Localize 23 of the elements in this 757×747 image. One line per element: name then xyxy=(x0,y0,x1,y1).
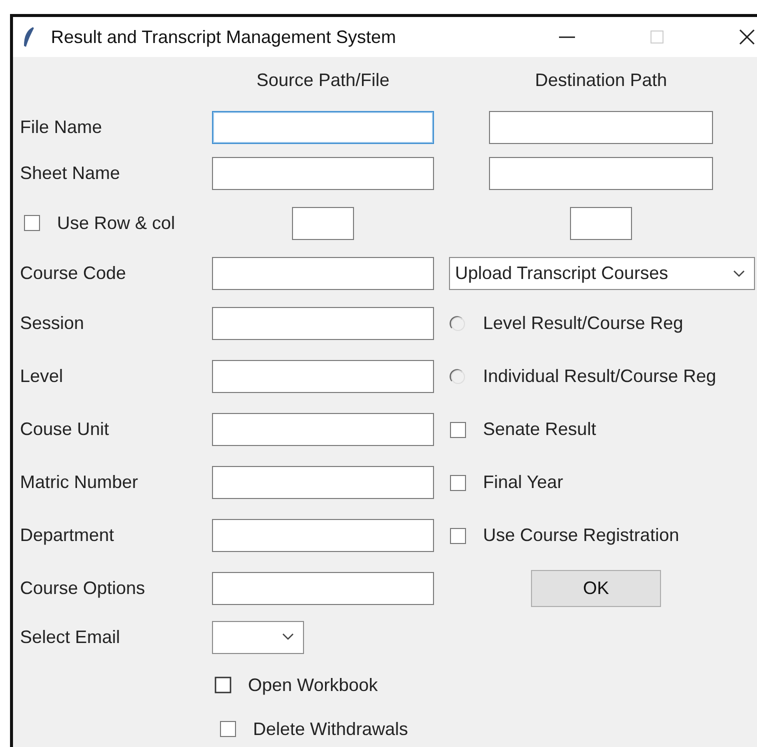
ok-button[interactable]: OK xyxy=(531,570,661,607)
field-label: Course Code xyxy=(20,263,126,284)
column-header: Destination Path xyxy=(534,70,668,91)
checkbox-label: Delete Withdrawals xyxy=(253,718,408,740)
checkbox-label: Final Year xyxy=(483,472,564,493)
window-title: Result and Transcript Management System xyxy=(50,26,398,48)
field-label: Sheet Name xyxy=(20,162,120,184)
checkbox-label: Senate Result xyxy=(483,419,596,440)
field-label: File Name xyxy=(20,116,102,138)
dropdown[interactable]: Upload Transcript Courses xyxy=(449,257,755,290)
field-label: Select Email xyxy=(20,626,120,648)
field-label: Session xyxy=(20,313,84,334)
checkbox-label: Use Course Registration xyxy=(483,525,680,546)
radio-label: Level Result/Course Reg xyxy=(483,313,684,334)
field-label: Department xyxy=(20,525,114,546)
field-label: Couse Unit xyxy=(20,419,110,440)
checkbox-label: Open Workbook xyxy=(248,674,378,696)
field-label: Course Options xyxy=(20,578,146,599)
column-header: Source Path/File xyxy=(256,70,390,91)
checkbox-label: Use Row & col xyxy=(57,212,176,234)
radio-label: Individual Result/Course Reg xyxy=(483,366,716,387)
field-label: Level xyxy=(20,366,64,387)
field-label: Matric Number xyxy=(20,472,138,493)
